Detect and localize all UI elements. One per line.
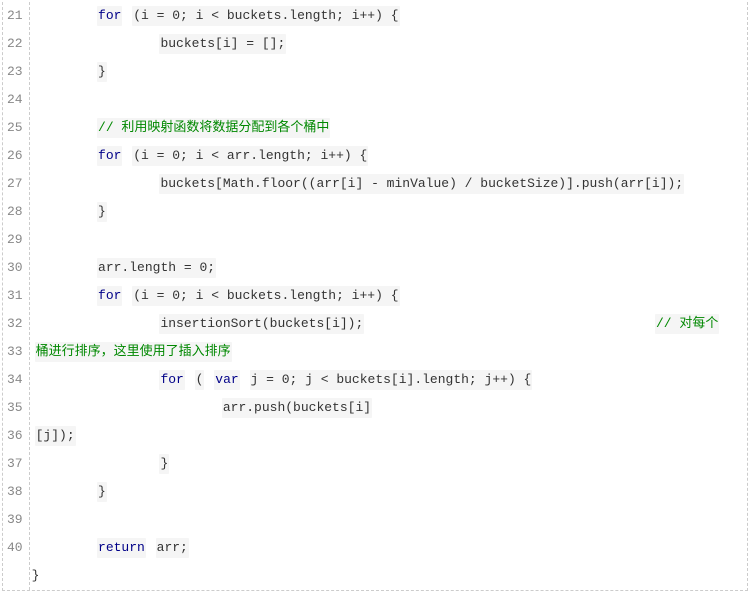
expr: (i = 0; i < buckets.length; i++) { [132, 6, 399, 26]
paren: ( [195, 370, 205, 390]
keyword-for: for [97, 146, 122, 166]
line-number: 25 [7, 114, 23, 142]
code-line: } [32, 478, 747, 506]
code-line [32, 226, 747, 254]
line-number: 40 [7, 534, 23, 562]
code-line: } [32, 450, 747, 478]
line-number-blank [7, 562, 23, 590]
line-number: 32 [7, 310, 23, 338]
return-val: arr; [156, 538, 189, 558]
comment-tail: // 对每个 [655, 314, 719, 334]
line-number: 31 [7, 282, 23, 310]
expr: j = 0; j < buckets[i].length; j++) { [250, 370, 533, 390]
stmt: insertionSort(buckets[i]); [159, 314, 364, 334]
expr: (i = 0; i < buckets.length; i++) { [132, 286, 399, 306]
code-line: for (i = 0; i < arr.length; i++) { [32, 142, 747, 170]
code-line: } [32, 58, 747, 86]
stmt: arr.length = 0; [97, 258, 216, 278]
stmt: buckets[Math.floor((arr[i] - minValue) /… [159, 174, 684, 194]
code-line: buckets[i] = []; [32, 30, 747, 58]
comment: // 利用映射函数将数据分配到各个桶中 [97, 118, 330, 138]
line-number: 29 [7, 226, 23, 254]
line-number: 34 [7, 366, 23, 394]
brace: } [159, 454, 169, 474]
expr: (i = 0; i < arr.length; i++) { [132, 146, 368, 166]
stmt: arr.push(buckets[i] [222, 398, 372, 418]
line-number: 37 [7, 450, 23, 478]
line-number: 27 [7, 170, 23, 198]
line-number: 21 [7, 2, 23, 30]
stmt: buckets[i] = []; [159, 34, 286, 54]
brace: } [97, 482, 107, 502]
code-line: for (i = 0; i < buckets.length; i++) { [32, 282, 747, 310]
line-number: 38 [7, 478, 23, 506]
line-number: 23 [7, 58, 23, 86]
code-line: 桶进行排序，这里使用了插入排序 [32, 338, 747, 366]
brace: } [97, 62, 107, 82]
keyword-var: var [214, 370, 239, 390]
code-line: // 利用映射函数将数据分配到各个桶中 [32, 114, 747, 142]
line-number: 33 [7, 338, 23, 366]
code-line [32, 506, 747, 534]
line-number: 22 [7, 30, 23, 58]
keyword-for: for [97, 6, 122, 26]
comment-cont: 桶进行排序，这里使用了插入排序 [35, 342, 232, 362]
code-line: for (i = 0; i < buckets.length; i++) { [32, 2, 747, 30]
keyword-for: for [97, 286, 122, 306]
line-number: 39 [7, 506, 23, 534]
code-line: [j]); [32, 422, 747, 450]
line-number: 35 [7, 394, 23, 422]
line-number: 24 [7, 86, 23, 114]
code-line: for ( var j = 0; j < buckets[i].length; … [32, 366, 747, 394]
line-number: 30 [7, 254, 23, 282]
brace: } [32, 568, 40, 583]
code-line [32, 86, 747, 114]
line-number: 28 [7, 198, 23, 226]
code-block: 2122232425262728293031323334353637383940… [2, 2, 748, 591]
code-line: arr.push(buckets[i] [32, 394, 747, 422]
keyword-return: return [97, 538, 146, 558]
code-line: return arr; [32, 534, 747, 562]
code-line: buckets[Math.floor((arr[i] - minValue) /… [32, 170, 747, 198]
brace: } [97, 202, 107, 222]
line-number-gutter: 2122232425262728293031323334353637383940 [3, 2, 30, 590]
code-line: insertionSort(buckets[i]); // 对每个 [32, 310, 747, 338]
stmt-cont: [j]); [35, 426, 76, 446]
code-line: arr.length = 0; [32, 254, 747, 282]
line-number: 36 [7, 422, 23, 450]
line-number: 26 [7, 142, 23, 170]
keyword-for: for [159, 370, 184, 390]
code-line: } [32, 198, 747, 226]
code-body: for (i = 0; i < buckets.length; i++) { b… [30, 2, 747, 590]
code-line: } [32, 562, 747, 590]
